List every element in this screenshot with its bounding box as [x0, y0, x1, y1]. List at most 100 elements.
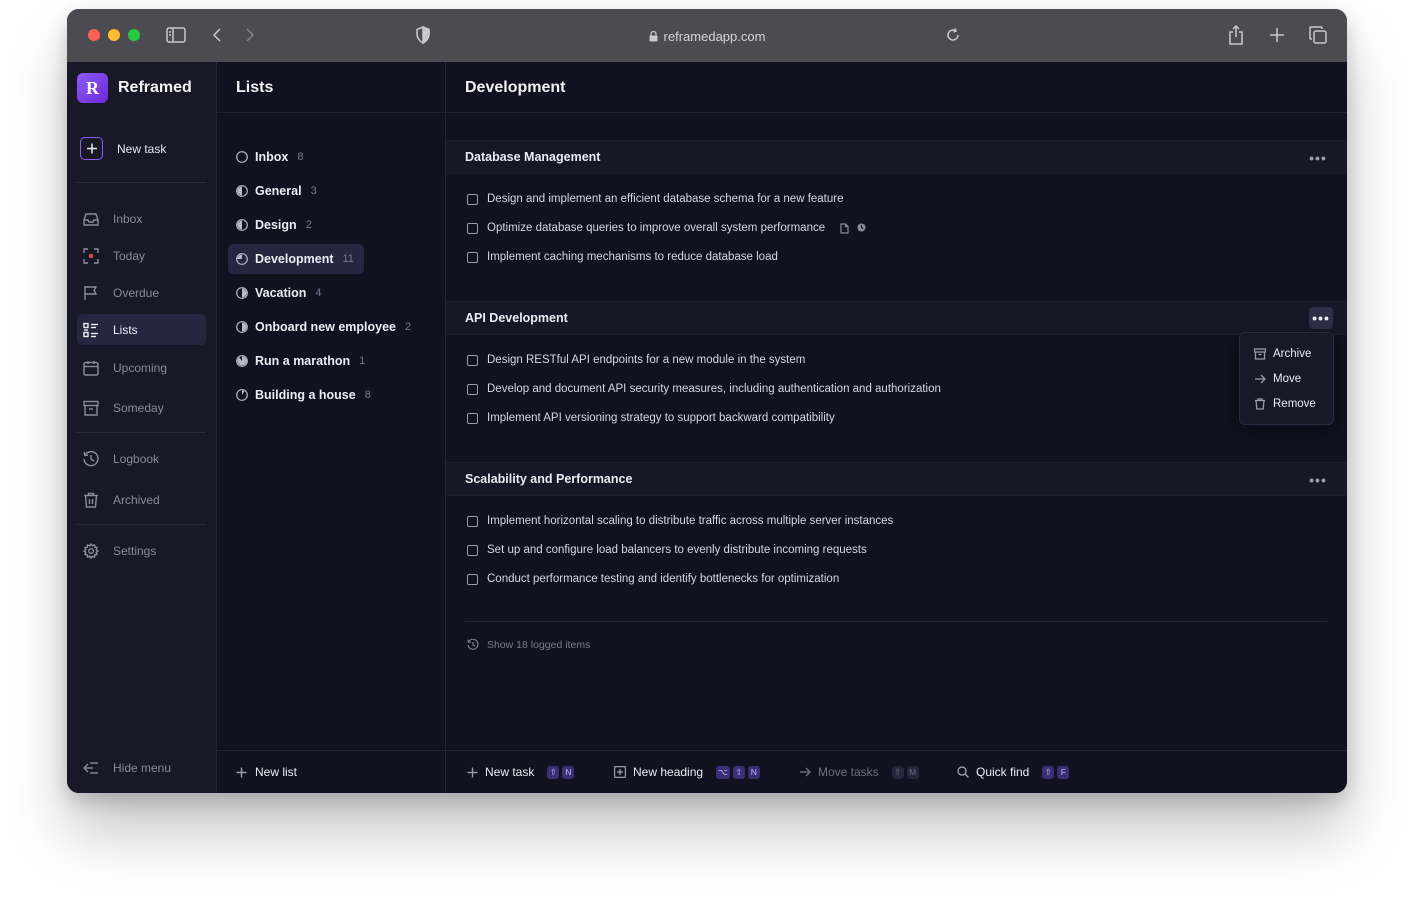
- page-title: Development: [465, 79, 566, 96]
- sidebar-item-someday[interactable]: Someday: [77, 392, 206, 423]
- task-checkbox[interactable]: [467, 354, 478, 366]
- footer-quick-find-button[interactable]: Quick find ⇧ F: [957, 765, 1070, 779]
- list-item-general[interactable]: General 3: [228, 176, 327, 206]
- task-checkbox[interactable]: [467, 515, 478, 527]
- divider: [217, 112, 445, 113]
- task-title: Conduct performance testing and identify…: [487, 573, 840, 585]
- menu-item-label: Remove: [1273, 398, 1316, 410]
- show-logged-label: Show 18 logged items: [487, 639, 591, 651]
- list-item-onboard-new-employee[interactable]: Onboard new employee 2: [228, 312, 421, 342]
- brand: R Reframed: [77, 73, 192, 103]
- section-heading-label: Database Management: [465, 150, 601, 164]
- footer-new-task-button[interactable]: New task ⇧ N: [467, 765, 575, 779]
- new-tab-icon[interactable]: [1265, 23, 1289, 47]
- list-item-count: 3: [310, 185, 317, 197]
- menu-item-archive[interactable]: Archive: [1254, 345, 1311, 363]
- section-heading[interactable]: Scalability and Performance •••: [446, 462, 1347, 496]
- task-item[interactable]: Optimize database queries to improve ove…: [467, 219, 866, 237]
- task-title: Set up and configure load balancers to e…: [487, 544, 867, 556]
- hide-menu-button[interactable]: Hide menu: [83, 761, 171, 775]
- sidebar-item-logbook[interactable]: Logbook: [77, 443, 206, 474]
- gear-icon: [83, 542, 99, 559]
- divider: [217, 750, 445, 751]
- list-item-run-a-marathon[interactable]: Run a marathon 1: [228, 346, 375, 376]
- list-item-count: 2: [305, 219, 312, 231]
- task-item[interactable]: Develop and document API security measur…: [467, 380, 941, 398]
- sidebar-toggle-icon[interactable]: [164, 23, 188, 47]
- more-options-button[interactable]: •••: [1309, 307, 1333, 329]
- sidebar-item-settings[interactable]: Settings: [77, 535, 206, 566]
- sidebar-item-upcoming[interactable]: Upcoming: [77, 352, 206, 383]
- sidebar-item-overdue[interactable]: Overdue: [77, 277, 206, 308]
- minimize-window-button[interactable]: [108, 29, 120, 41]
- app-window: reframedapp.com R Reframed New task Inbo…: [67, 9, 1347, 793]
- list-item-development[interactable]: Development 11: [228, 244, 364, 274]
- note-icon: [840, 222, 849, 234]
- task-item[interactable]: Implement horizontal scaling to distribu…: [467, 512, 893, 530]
- list-item-label: Vacation: [255, 286, 307, 300]
- menu-item-remove[interactable]: Remove: [1254, 395, 1316, 413]
- tab-overview-icon[interactable]: [1306, 23, 1330, 47]
- shortcut-key: ⇧: [547, 765, 560, 779]
- footer-new-heading-button[interactable]: New heading ⌥ ⇧ N: [614, 765, 760, 779]
- lock-icon: [649, 30, 658, 41]
- archive-box-icon: [1254, 348, 1266, 360]
- task-item[interactable]: Set up and configure load balancers to e…: [467, 541, 867, 559]
- sidebar-item-today[interactable]: Today: [77, 240, 206, 271]
- inbox-icon: [83, 212, 99, 226]
- task-checkbox[interactable]: [467, 383, 478, 395]
- brand-logo: R: [77, 73, 108, 103]
- search-icon: [957, 766, 969, 778]
- more-options-button[interactable]: •••: [1307, 470, 1329, 490]
- back-icon[interactable]: [205, 23, 229, 47]
- archive-box-icon: [83, 400, 99, 416]
- show-logged-items-button[interactable]: Show 18 logged items: [467, 639, 590, 651]
- progress-pie-icon: [236, 219, 248, 231]
- sidebar: R Reframed New task Inbox Today Overdue …: [67, 62, 217, 793]
- shortcut-keys: ⌥ ⇧ N: [716, 765, 760, 779]
- task-item[interactable]: Design and implement an efficient databa…: [467, 190, 844, 208]
- footer-move-tasks-button[interactable]: Move tasks ⇧ M: [799, 765, 919, 779]
- reload-icon[interactable]: [941, 23, 965, 47]
- close-window-button[interactable]: [88, 29, 100, 41]
- task-item[interactable]: Design RESTful API endpoints for a new m…: [467, 351, 805, 369]
- section-heading[interactable]: Database Management •••: [446, 140, 1347, 174]
- footer-new-heading-label: New heading: [633, 765, 704, 779]
- task-checkbox[interactable]: [467, 193, 478, 205]
- task-checkbox[interactable]: [467, 573, 478, 585]
- list-item-vacation[interactable]: Vacation 4: [228, 278, 332, 308]
- list-item-design[interactable]: Design 2: [228, 210, 322, 240]
- task-item[interactable]: Conduct performance testing and identify…: [467, 570, 839, 588]
- list-item-count: 2: [405, 321, 412, 333]
- task-item[interactable]: Implement API versioning strategy to sup…: [467, 409, 835, 427]
- sidebar-item-label: Today: [113, 248, 146, 263]
- task-checkbox[interactable]: [467, 251, 478, 263]
- more-options-button[interactable]: •••: [1307, 148, 1329, 168]
- task-checkbox[interactable]: [467, 412, 478, 424]
- sidebar-item-label: Logbook: [113, 451, 160, 466]
- new-task-button[interactable]: New task: [77, 133, 206, 164]
- task-item[interactable]: Implement caching mechanisms to reduce d…: [467, 248, 778, 266]
- list-item-inbox[interactable]: Inbox 8: [228, 142, 313, 172]
- lists-panel: Lists Inbox 8 General 3 Design 2 Develop…: [217, 62, 446, 793]
- menu-item-move[interactable]: Move: [1254, 370, 1301, 388]
- sidebar-item-lists[interactable]: Lists: [77, 314, 206, 345]
- sidebar-item-archived[interactable]: Archived: [77, 484, 206, 515]
- task-checkbox[interactable]: [467, 222, 478, 234]
- task-title: Design RESTful API endpoints for a new m…: [487, 354, 806, 366]
- forward-icon[interactable]: [238, 23, 262, 47]
- address-bar[interactable]: reframedapp.com: [627, 26, 787, 46]
- shield-icon[interactable]: [411, 23, 435, 47]
- section-heading[interactable]: API Development •••: [446, 301, 1347, 335]
- list-item-count: 1: [359, 355, 366, 367]
- task-checkbox[interactable]: [467, 544, 478, 556]
- list-item-building-a-house[interactable]: Building a house 8: [228, 380, 381, 410]
- share-icon[interactable]: [1224, 23, 1248, 47]
- new-list-button[interactable]: New list: [236, 765, 297, 779]
- shortcut-key: ⇧: [1042, 765, 1055, 779]
- shortcut-key: ⌥: [716, 765, 730, 779]
- sidebar-item-inbox[interactable]: Inbox: [77, 203, 206, 234]
- brand-name: Reframed: [118, 79, 192, 96]
- maximize-window-button[interactable]: [128, 29, 140, 41]
- section-heading-label: API Development: [465, 311, 568, 325]
